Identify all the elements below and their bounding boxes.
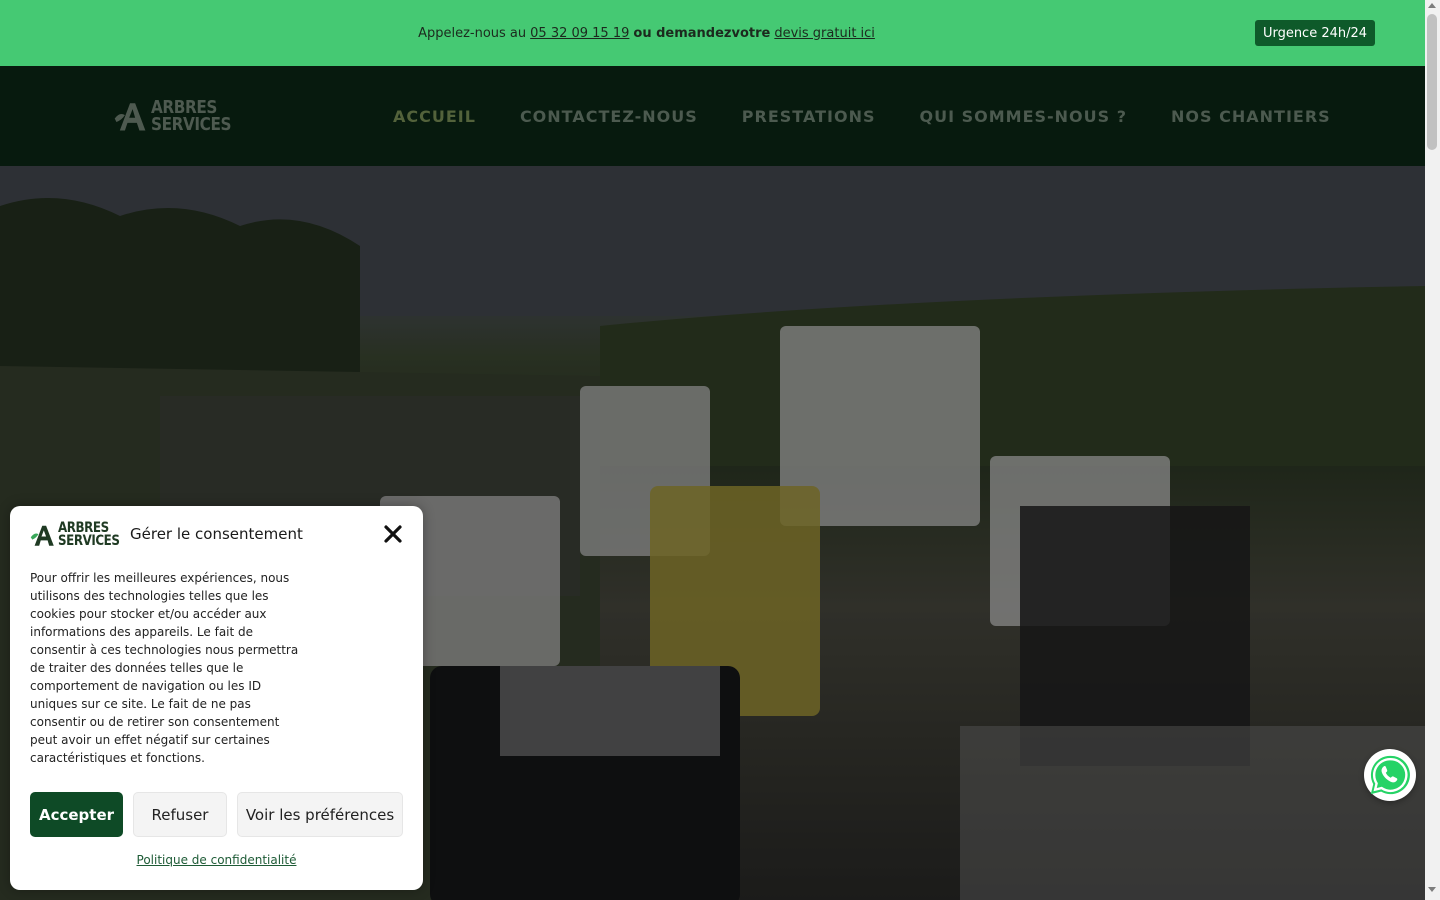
consent-logo-line2: SERVICES xyxy=(57,533,120,549)
scroll-thumb[interactable] xyxy=(1427,14,1437,150)
site-header: ARBRES SERVICES ACCUEIL CONTACTEZ-NOUS P… xyxy=(0,66,1425,166)
logo-icon xyxy=(114,103,146,131)
topbar-prefix: Appelez-nous au xyxy=(418,25,527,41)
consent-body: Pour offrir les meilleures expériences, … xyxy=(30,571,299,765)
site-logo[interactable]: ARBRES SERVICES xyxy=(113,96,245,136)
logo-line2: SERVICES xyxy=(150,114,232,135)
main-nav: ACCUEIL CONTACTEZ-NOUS PRESTATIONS QUI S… xyxy=(393,66,1375,166)
consent-logo-icon xyxy=(30,525,54,546)
urgent-button[interactable]: Urgence 24h/24 xyxy=(1255,20,1375,46)
scroll-down-arrow-icon[interactable] xyxy=(1428,887,1436,892)
whatsapp-icon xyxy=(1370,755,1410,795)
phone-link[interactable]: 05 32 09 15 19 xyxy=(530,26,629,41)
consent-title: Gérer le consentement xyxy=(130,525,303,543)
page-scrollbar[interactable] xyxy=(1425,0,1440,900)
nav-accueil[interactable]: ACCUEIL xyxy=(393,107,476,126)
refuse-button[interactable]: Refuser xyxy=(133,792,227,837)
whatsapp-button[interactable] xyxy=(1364,749,1416,801)
accept-button[interactable]: Accepter xyxy=(30,792,123,837)
quote-link[interactable]: devis gratuit ici xyxy=(774,26,875,41)
nav-nos-chantiers[interactable]: NOS CHANTIERS xyxy=(1171,107,1331,126)
topbar-message: Appelez-nous au 05 32 09 15 19 ou demand… xyxy=(0,0,1297,66)
consent-logo: ARBRES SERVICES xyxy=(30,520,130,550)
privacy-policy-link[interactable]: Politique de confidentialité xyxy=(10,853,423,867)
top-banner: Appelez-nous au 05 32 09 15 19 ou demand… xyxy=(0,0,1425,66)
nav-contactez-nous[interactable]: CONTACTEZ-NOUS xyxy=(520,107,698,126)
close-icon[interactable] xyxy=(383,524,403,544)
scroll-up-arrow-icon[interactable] xyxy=(1428,3,1436,8)
nav-qui-sommes-nous[interactable]: QUI SOMMES-NOUS ? xyxy=(919,107,1127,126)
topbar-middle: ou demandezvotre xyxy=(633,25,771,41)
preferences-button[interactable]: Voir les préférences xyxy=(237,792,403,837)
nav-prestations[interactable]: PRESTATIONS xyxy=(742,107,876,126)
consent-dialog: ARBRES SERVICES Gérer le consentement Po… xyxy=(10,506,423,890)
